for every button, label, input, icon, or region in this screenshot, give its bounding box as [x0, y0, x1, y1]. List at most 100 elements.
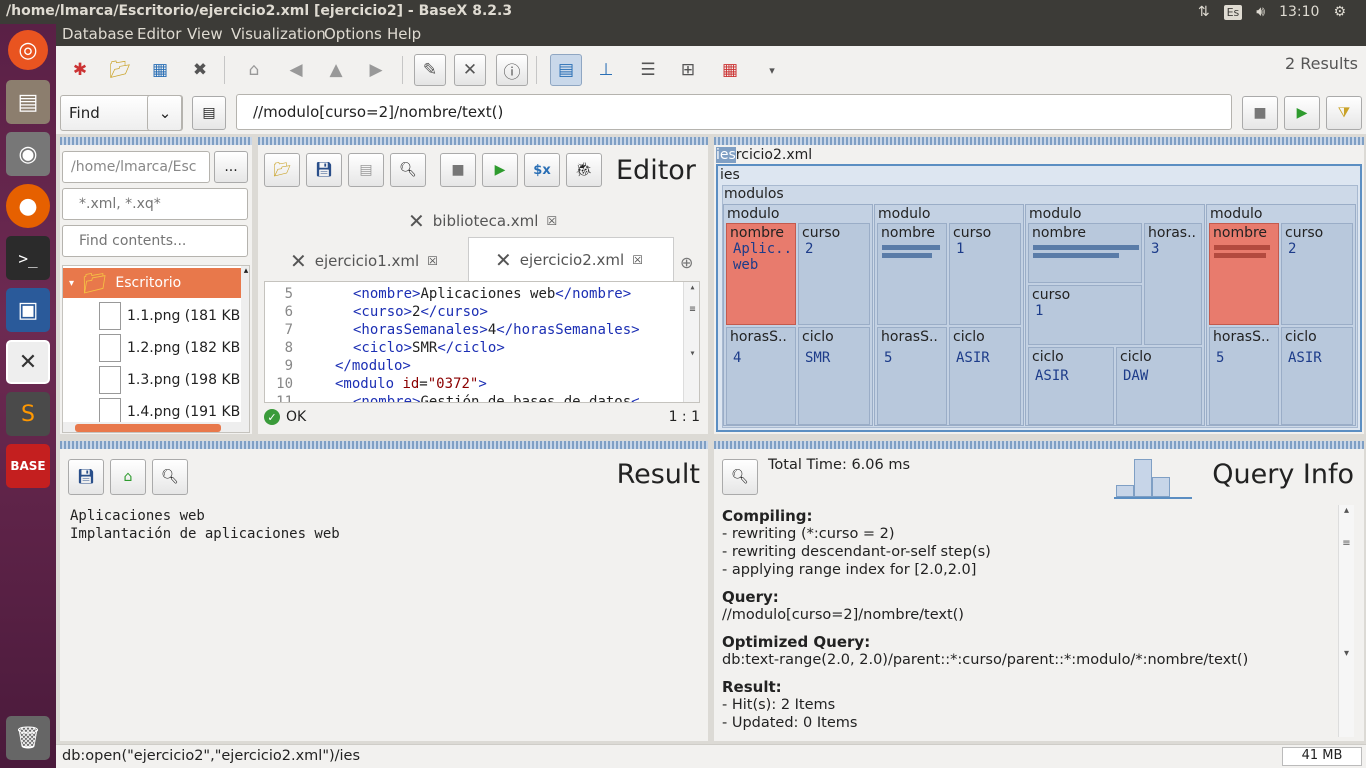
close-tab-icon[interactable]: ☒ — [546, 214, 557, 228]
find-contents-input[interactable] — [62, 225, 248, 257]
map-curso[interactable]: curso 2 — [798, 223, 870, 325]
project-toggle-icon[interactable]: ✕ — [454, 54, 486, 86]
menu-visualization[interactable]: Visualization — [231, 25, 326, 43]
search-button[interactable]: 🔍︎ — [390, 153, 426, 187]
map-modulo[interactable]: modulo nombre curso 2 horasS.. 5 ciclo ASIR — [1206, 204, 1356, 426]
table-view-icon[interactable]: ▦ — [714, 54, 746, 86]
map-curso[interactable]: curso 1 — [949, 223, 1021, 325]
open-file-button[interactable]: 📂︎ — [264, 153, 300, 187]
home-result-button[interactable]: ⌂ — [110, 459, 146, 495]
map-ciclo[interactable]: ciclo DAW — [1116, 347, 1202, 425]
map-ciclo[interactable]: ciclo ASIR — [1028, 347, 1114, 425]
map-curso[interactable]: curso 2 — [1281, 223, 1353, 325]
properties-icon[interactable]: ▦ — [144, 54, 176, 86]
map-nombre[interactable]: nombre — [1028, 223, 1142, 283]
menu-options[interactable]: Options — [324, 25, 382, 43]
map-modulo[interactable]: modulo nombre Aplic.. web curso 2 horasS..… — [723, 204, 873, 426]
tree-file[interactable]: 1.3.png (198 KB) — [99, 364, 246, 396]
terminal-icon[interactable]: >_ — [6, 236, 50, 280]
more-views-dropdown-icon[interactable]: ▾ — [756, 54, 788, 86]
tree-file[interactable]: 1.2.png (182 KB) — [99, 332, 246, 364]
save-file-button[interactable]: 💾︎ — [306, 153, 342, 187]
home-icon[interactable]: ⌂ — [238, 54, 270, 86]
plot-view-icon[interactable]: ⊞ — [672, 54, 704, 86]
close-tab-icon[interactable]: ☒ — [427, 254, 438, 268]
trash-icon[interactable]: 🗑︎ — [6, 716, 50, 760]
code-editor[interactable]: 5 6 7 8 9 10 11 <nombre>Aplicaciones web… — [264, 281, 700, 403]
history-icon[interactable]: ▤ — [192, 96, 226, 130]
tab-ejercicio2[interactable]: ✕ ejercicio2.xml ☒ — [468, 237, 674, 281]
power-gear-icon[interactable]: ⚙ — [1333, 4, 1346, 20]
map-ciclo[interactable]: ciclo SMR — [798, 327, 870, 425]
forward-icon[interactable]: ▶ — [360, 54, 392, 86]
map-modulos[interactable]: modulos modulo nombre Aplic.. web curso 2 … — [722, 185, 1358, 428]
map-horas[interactable]: horas.. 3 — [1144, 223, 1202, 345]
map-modulo[interactable]: modulo nombre curso 1 horasS.. 5 ciclo ASIR — [874, 204, 1024, 426]
back-icon[interactable]: ◀ — [280, 54, 312, 86]
folder-view-icon[interactable]: ☰ — [632, 54, 664, 86]
map-modulo[interactable]: modulo nombre horas.. 3 curso 1 ciclo ASIR … — [1025, 204, 1205, 426]
stop-editor-button[interactable]: ■ — [440, 153, 476, 187]
map-nombre[interactable]: nombre — [877, 223, 947, 325]
query-info-content[interactable]: Compiling: - rewriting (*:curso = 2) - r… — [722, 505, 1354, 737]
map-nombre-hit[interactable]: nombre — [1209, 223, 1279, 325]
chevron-down-icon[interactable]: ⌄ — [147, 95, 183, 131]
treemap[interactable]: ies modulos modulo nombre Aplic.. web cur… — [716, 164, 1362, 432]
open-database-icon[interactable]: 📂︎ — [104, 54, 136, 86]
ubuntu-dash-icon[interactable]: ◎ — [8, 30, 48, 70]
network-icon[interactable]: ⇅ — [1198, 4, 1210, 20]
up-icon[interactable]: ▲ — [320, 54, 352, 86]
editor-scrollbar[interactable]: ▴ ≡ ▾ — [683, 282, 699, 402]
menu-view[interactable]: View — [187, 25, 223, 43]
search-result-button[interactable]: 🔍︎ — [152, 459, 188, 495]
map-horas[interactable]: horasS.. 5 — [1209, 327, 1279, 425]
debug-button[interactable]: 🐞︎ — [566, 153, 602, 187]
firefox-icon[interactable]: ● — [6, 184, 50, 228]
variables-button[interactable]: $x — [524, 153, 560, 187]
search-mode-select[interactable]: Find ⌄ — [60, 95, 183, 131]
memory-indicator[interactable]: 41 MB — [1282, 747, 1362, 766]
search-info-button[interactable]: 🔍︎ — [722, 459, 758, 495]
tree-view-icon[interactable]: ⊥ — [590, 54, 622, 86]
browse-button[interactable]: ... — [214, 151, 248, 183]
close-database-icon[interactable]: ✖ — [184, 54, 216, 86]
editor-toggle-icon[interactable]: ✎ — [414, 54, 446, 86]
map-horas[interactable]: horasS.. 4 — [726, 327, 796, 425]
keyboard-layout-indicator[interactable]: Es — [1223, 4, 1243, 20]
tree-folder-escritorio[interactable]: ▾ 📁︎ Escritorio — [63, 268, 241, 298]
query-info-scrollbar[interactable]: ▴ ≡ ▾ — [1338, 505, 1354, 737]
filter-button[interactable]: ⧩ — [1326, 96, 1362, 130]
clock[interactable]: 13:10 — [1279, 4, 1319, 20]
menu-database[interactable]: Database — [62, 25, 134, 43]
tab-biblioteca[interactable]: ✕ biblioteca.xml ☒ — [408, 209, 557, 233]
sublime-text-icon[interactable]: S — [6, 392, 50, 436]
run-button[interactable]: ▶ — [1284, 96, 1320, 130]
new-tab-button[interactable]: ▤ — [348, 153, 384, 187]
map-horas[interactable]: horasS.. 5 — [877, 327, 947, 425]
expand-arrow-icon[interactable]: ▾ — [69, 278, 74, 289]
basex-launcher-icon[interactable]: BASE — [6, 444, 50, 488]
files-icon[interactable]: ▤ — [6, 80, 50, 124]
tree-file[interactable]: 1.1.png (181 KB) — [99, 300, 246, 332]
volume-icon[interactable]: 🔊︎ — [1256, 4, 1265, 20]
query-input[interactable]: //modulo[curso=2]/nombre/text() — [236, 94, 1232, 130]
stop-button[interactable]: ■ — [1242, 96, 1278, 130]
basex-app-icon[interactable]: ✕ — [6, 340, 50, 384]
menu-editor[interactable]: Editor — [137, 25, 181, 43]
tree-vertical-scrollbar[interactable]: ▴ — [241, 266, 249, 432]
camera-icon[interactable]: ◉ — [6, 132, 50, 176]
virtualbox-icon[interactable]: ▣ — [6, 288, 50, 332]
file-filter-input[interactable] — [62, 188, 248, 220]
project-path-input[interactable]: /home/lmarca/Esc — [62, 151, 210, 183]
new-database-icon[interactable]: ✱ — [64, 54, 96, 86]
map-view-icon[interactable]: ▤ — [550, 54, 582, 86]
map-ciclo[interactable]: ciclo ASIR — [1281, 327, 1353, 425]
info-icon[interactable]: ⓘ — [496, 54, 528, 86]
execute-button[interactable]: ▶ — [482, 153, 518, 187]
save-result-button[interactable]: 💾︎ — [68, 459, 104, 495]
tab-ejercicio1[interactable]: ✕ ejercicio1.xml ☒ — [290, 249, 438, 273]
close-tab-icon[interactable]: ☒ — [632, 253, 643, 267]
tree-horizontal-scrollbar[interactable] — [63, 422, 241, 432]
map-ciclo[interactable]: ciclo ASIR — [949, 327, 1021, 425]
result-output[interactable]: Aplicaciones web Implantación de aplicac… — [70, 507, 340, 543]
